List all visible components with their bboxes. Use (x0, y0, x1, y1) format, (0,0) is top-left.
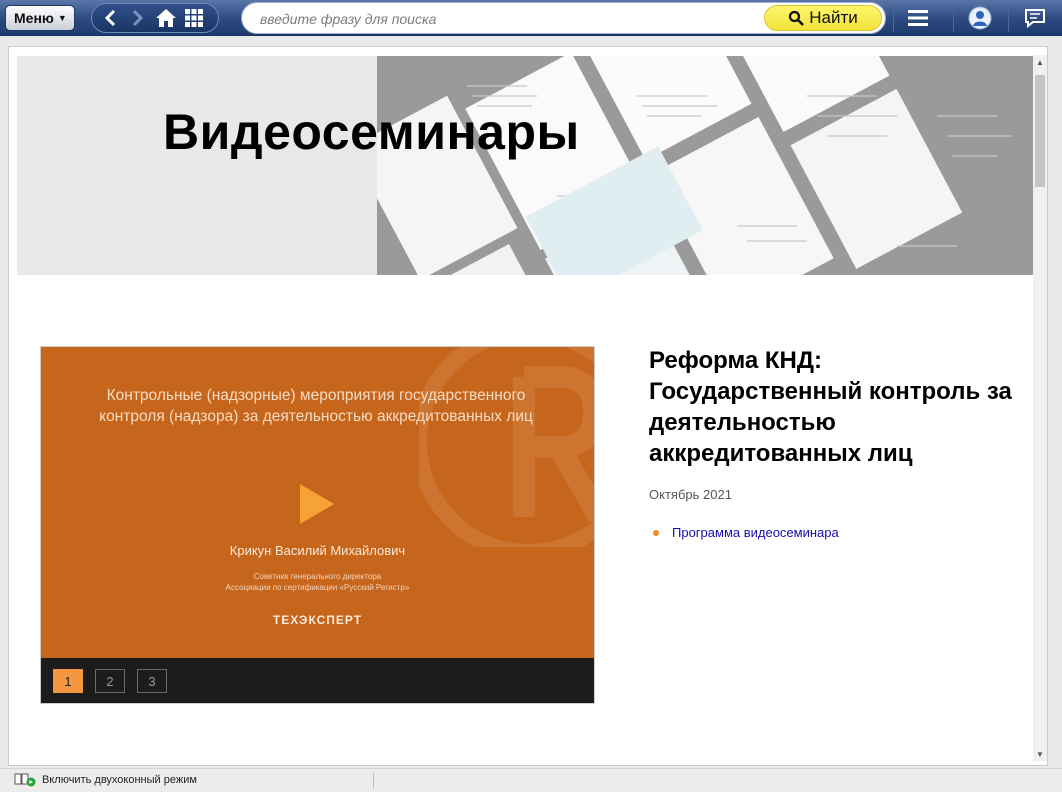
scroll-up-icon[interactable]: ▲ (1033, 55, 1047, 69)
apps-grid-button[interactable] (180, 4, 208, 32)
arrow-left-icon (104, 9, 116, 27)
dual-window-label: Включить двухоконный режим (42, 774, 197, 786)
toolbar-divider (1008, 4, 1009, 32)
user-icon (968, 6, 992, 30)
play-icon[interactable] (299, 483, 335, 525)
search-box: Найти (241, 2, 886, 34)
dual-window-toggle[interactable]: Включить двухоконный режим (14, 773, 197, 787)
program-link[interactable]: Программа видеосеминара (653, 525, 839, 540)
navigation-group (91, 3, 219, 33)
video-player: Контрольные (надзорные) мероприятия госу… (40, 346, 595, 704)
dual-window-icon (14, 773, 36, 787)
scroll-down-icon[interactable]: ▼ (1033, 747, 1047, 761)
speaker-role-line: Ассоциации по сертификации «Русский Реги… (225, 583, 410, 592)
arrow-right-icon (132, 9, 144, 27)
home-button[interactable] (152, 4, 180, 32)
documents-illustration (377, 56, 1033, 275)
video-slide[interactable]: Контрольные (надзорные) мероприятия госу… (41, 347, 594, 658)
status-bar: Включить двухоконный режим (0, 768, 1062, 792)
banner: Видеосеминары (17, 56, 1033, 275)
hamburger-icon (908, 10, 928, 26)
menu-label: Меню (14, 10, 54, 26)
page-button-2[interactable]: 2 (95, 669, 125, 693)
bullet-icon (653, 529, 659, 536)
speaker-role: Советник генерального директора Ассоциац… (41, 571, 594, 593)
vertical-scrollbar[interactable]: ▲ ▼ (1033, 55, 1047, 761)
menu-button[interactable]: Меню ▼ (5, 5, 75, 31)
message-icon (1025, 9, 1045, 28)
back-button[interactable] (96, 4, 124, 32)
speaker-name: Крикун Василий Михайлович (229, 543, 406, 558)
find-label: Найти (809, 8, 858, 27)
page-button-3[interactable]: 3 (137, 669, 167, 693)
top-toolbar: Меню ▼ Найти (0, 0, 1062, 36)
grid-icon (185, 9, 203, 27)
search-icon (789, 10, 805, 26)
slide-title: Контрольные (надзорные) мероприятия госу… (99, 387, 533, 425)
registered-logo-watermark (419, 347, 594, 547)
page-button-1[interactable]: 1 (53, 669, 83, 693)
seminar-date: Октябрь 2021 (649, 487, 732, 502)
caret-down-icon: ▼ (57, 13, 67, 23)
search-input[interactable] (260, 9, 760, 29)
find-button[interactable]: Найти (764, 5, 882, 31)
slide-pager: 1 2 3 (53, 669, 167, 693)
page-title: Видеосеминары (163, 104, 580, 160)
hamburger-button[interactable] (893, 0, 943, 36)
toolbar-divider (953, 4, 954, 32)
scrollbar-thumb[interactable] (1035, 75, 1045, 187)
program-link-label[interactable]: Программа видеосеминара (672, 525, 839, 540)
user-profile-button[interactable] (955, 0, 1005, 36)
feedback-button[interactable] (1010, 0, 1060, 36)
status-divider (373, 773, 374, 788)
seminar-title: Реформа КНД: Государственный контроль за… (649, 347, 1012, 467)
forward-button[interactable] (124, 4, 152, 32)
content-window: Видеосеминары Контрольные (надзорные) ме… (8, 46, 1048, 766)
brand-logo: ТЕХЭКСПЕРТ (272, 613, 363, 627)
home-icon (156, 9, 176, 27)
speaker-role-line: Советник генерального директора (253, 572, 382, 581)
